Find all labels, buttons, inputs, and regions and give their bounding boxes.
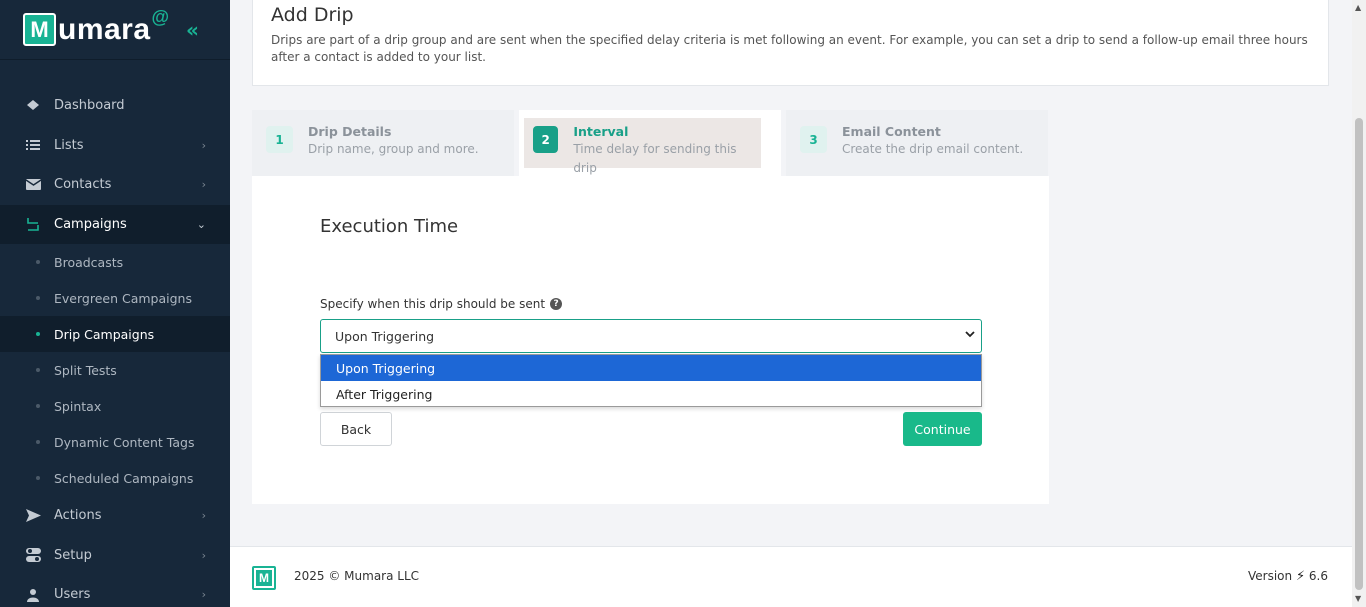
execution-time-select[interactable]: Upon Triggering bbox=[320, 319, 982, 353]
chevron-right-icon: › bbox=[201, 178, 206, 192]
paper-plane-icon bbox=[24, 508, 42, 524]
list-icon bbox=[24, 137, 42, 153]
step-title: Interval bbox=[573, 124, 629, 139]
campaigns-submenu: Broadcasts Evergreen Campaigns Drip Camp… bbox=[0, 244, 230, 496]
scroll-up-icon[interactable]: ▲ bbox=[1355, 3, 1361, 12]
toggle-icon bbox=[24, 547, 42, 563]
sidebar-item-label: Users bbox=[54, 587, 91, 603]
question-circle-icon[interactable]: ? bbox=[550, 298, 563, 310]
sidebar-item-campaigns[interactable]: Campaigns ⌄ bbox=[0, 204, 230, 244]
step-number: 1 bbox=[266, 126, 293, 153]
sidebar-nav: Dashboard Lists › Contacts › Campaigns ⌄ bbox=[0, 60, 230, 244]
diamond-icon bbox=[24, 98, 42, 114]
wizard-steps: 1 Drip Details Drip name, group and more… bbox=[252, 110, 1048, 176]
sidebar-item-label: Lists bbox=[54, 137, 84, 153]
sidebar-item-setup[interactable]: Setup › bbox=[0, 536, 230, 576]
logo-mark: M bbox=[23, 13, 56, 46]
step-description: Create the drip email content. bbox=[842, 142, 1024, 156]
step-number: 3 bbox=[800, 126, 827, 153]
sidebar-item-users[interactable]: Users › bbox=[0, 575, 230, 607]
submenu-item-broadcasts[interactable]: Broadcasts bbox=[0, 244, 230, 280]
logo-letter: M bbox=[30, 16, 49, 42]
submenu-item-dynamic-content-tags[interactable]: Dynamic Content Tags bbox=[0, 424, 230, 460]
envelope-icon bbox=[24, 177, 42, 193]
sidebar-item-contacts[interactable]: Contacts › bbox=[0, 165, 230, 205]
sidebar-item-lists[interactable]: Lists › bbox=[0, 126, 230, 166]
page-scrollbar[interactable]: ▲ ▼ bbox=[1352, 0, 1366, 607]
sidebar-item-actions[interactable]: Actions › bbox=[0, 496, 230, 536]
sidebar-item-label: Contacts bbox=[54, 177, 112, 193]
version-info: Version ⚡ 6.6 bbox=[1248, 569, 1328, 584]
step-email-content[interactable]: 3 Email Content Create the drip email co… bbox=[786, 110, 1048, 176]
main-area: Add Drip Drips are part of a drip group … bbox=[230, 0, 1352, 607]
chevron-down-icon: ⌄ bbox=[196, 217, 206, 231]
sidebar-item-label: Campaigns bbox=[54, 216, 127, 232]
page-title: Add Drip bbox=[271, 4, 354, 26]
submenu-item-scheduled-campaigns[interactable]: Scheduled Campaigns bbox=[0, 460, 230, 496]
step-title: Drip Details bbox=[308, 124, 392, 139]
sidebar-item-label: Actions bbox=[54, 508, 102, 524]
chevron-right-icon: › bbox=[201, 138, 206, 152]
version-label: Version bbox=[1247, 569, 1293, 583]
execution-field-label: Specify when this drip should be sent ? bbox=[320, 297, 563, 311]
chevron-right-icon: › bbox=[201, 509, 206, 523]
version-number: 6.6 bbox=[1308, 569, 1328, 583]
field-label-text: Specify when this drip should be sent bbox=[320, 297, 546, 311]
step-drip-details[interactable]: 1 Drip Details Drip name, group and more… bbox=[252, 110, 514, 176]
scroll-down-icon[interactable]: ▼ bbox=[1355, 594, 1361, 603]
logo-text: umara bbox=[58, 12, 151, 46]
footer-logo: M bbox=[252, 566, 276, 590]
submenu-item-evergreen-campaigns[interactable]: Evergreen Campaigns bbox=[0, 280, 230, 316]
double-chevron-left-icon[interactable]: « bbox=[186, 18, 199, 42]
page-header: Add Drip Drips are part of a drip group … bbox=[252, 0, 1329, 86]
scrollbar-thumb[interactable] bbox=[1355, 118, 1363, 590]
chevron-right-icon: › bbox=[201, 548, 206, 562]
step-number: 2 bbox=[533, 126, 559, 153]
copyright-text: 2025 © Mumara LLC bbox=[294, 569, 420, 583]
step-description: Drip name, group and more. bbox=[308, 142, 479, 156]
brand: M umara @ « bbox=[0, 0, 230, 60]
step-interval[interactable]: 2 Interval Time delay for sending this d… bbox=[519, 110, 781, 176]
option-upon-triggering[interactable]: Upon Triggering bbox=[321, 355, 981, 381]
interval-form: Execution Time Specify when this drip sh… bbox=[252, 176, 1049, 504]
execution-time-options: Upon Triggering After Triggering bbox=[320, 354, 982, 407]
submenu-item-spintax[interactable]: Spintax bbox=[0, 388, 230, 424]
step-title: Email Content bbox=[842, 124, 941, 139]
sidebar-nav-lower: Actions › Setup › Users › bbox=[0, 496, 230, 607]
footer-logo-letter: M bbox=[256, 570, 272, 586]
sidebar-item-label: Setup bbox=[54, 547, 92, 563]
back-button[interactable]: Back bbox=[320, 412, 392, 446]
user-icon bbox=[24, 587, 42, 603]
sidebar-item-label: Dashboard bbox=[54, 98, 125, 114]
logo-at: @ bbox=[151, 7, 170, 27]
page-description: Drips are part of a drip group and are s… bbox=[271, 33, 1308, 64]
footer: M 2025 © Mumara LLC Version ⚡ 6.6 bbox=[230, 546, 1352, 607]
continue-button[interactable]: Continue bbox=[903, 412, 982, 446]
sidebar: M umara @ « Dashboard Lists › Contacts › bbox=[0, 0, 230, 607]
option-after-triggering[interactable]: After Triggering bbox=[321, 381, 981, 407]
sidebar-item-dashboard[interactable]: Dashboard bbox=[0, 86, 230, 126]
section-title: Execution Time bbox=[320, 216, 459, 237]
chevron-right-icon: › bbox=[201, 588, 206, 602]
select-value: Upon Triggering bbox=[335, 328, 435, 344]
submenu-item-drip-campaigns[interactable]: Drip Campaigns bbox=[0, 316, 230, 352]
submenu-item-split-tests[interactable]: Split Tests bbox=[0, 352, 230, 388]
arrows-icon bbox=[24, 216, 42, 232]
chevron-down-icon bbox=[965, 330, 975, 341]
step-description: Time delay for sending this drip bbox=[573, 142, 737, 175]
bolt-icon: ⚡ bbox=[1295, 569, 1306, 584]
